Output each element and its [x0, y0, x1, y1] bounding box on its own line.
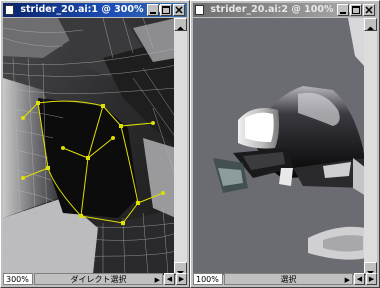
document-window-outline[interactable]: strider_20.ai:1 @ 300% (CMYK/アウトライン): [0, 0, 190, 288]
close-icon: [175, 6, 183, 14]
artboard-canvas[interactable]: [3, 18, 176, 275]
tool-status-label: 選択: [280, 275, 297, 284]
tool-status-dropdown[interactable]: 選択 ▶: [224, 273, 353, 285]
close-button[interactable]: [363, 4, 375, 16]
document-window-preview[interactable]: strider_20.ai:2 @ 100% (CMYK/プレビュー): [190, 0, 380, 288]
close-icon: [365, 6, 373, 14]
status-bar: 300% ダイレクト選択 ▶ ◀ ▶: [3, 273, 187, 285]
vertical-scrollbar[interactable]: [174, 18, 187, 275]
tool-status-label: ダイレクト選択: [70, 275, 127, 284]
window-title: strider_20.ai:1 @ 300% (CMYK/アウトライン): [20, 4, 160, 15]
vertical-scrollbar[interactable]: [364, 18, 377, 275]
dropdown-arrow: ▶: [154, 276, 160, 284]
scroll-left-arrow[interactable]: ◀: [354, 273, 365, 285]
scroll-right-arrow[interactable]: ▶: [176, 273, 187, 285]
minimize-button[interactable]: [337, 4, 349, 16]
maximize-icon: [162, 6, 170, 14]
scroll-up-button[interactable]: [174, 18, 187, 31]
scroll-right-arrow[interactable]: ▶: [366, 273, 377, 285]
document-icon: [195, 5, 204, 15]
maximize-button[interactable]: [350, 4, 362, 16]
title-bar[interactable]: strider_20.ai:1 @ 300% (CMYK/アウトライン): [3, 3, 187, 17]
preview-artwork: [193, 18, 366, 275]
maximize-button[interactable]: [160, 4, 172, 16]
minimize-icon: [150, 12, 156, 14]
scroll-up-arrow: [177, 26, 184, 30]
zoom-field[interactable]: 300%: [3, 273, 33, 285]
dropdown-arrow: ▶: [344, 276, 350, 284]
scroll-left-arrow[interactable]: ◀: [164, 273, 175, 285]
minimize-button[interactable]: [147, 4, 159, 16]
artboard-canvas[interactable]: [193, 18, 366, 275]
title-bar[interactable]: strider_20.ai:2 @ 100% (CMYK/プレビュー): [193, 3, 377, 17]
document-icon: [5, 5, 14, 15]
scroll-up-arrow: [367, 26, 374, 30]
zoom-field[interactable]: 100%: [193, 273, 223, 285]
maximize-icon: [352, 6, 360, 14]
minimize-icon: [340, 12, 346, 14]
scroll-up-button[interactable]: [364, 18, 377, 31]
window-title: strider_20.ai:2 @ 100% (CMYK/プレビュー): [210, 4, 350, 15]
outline-artwork: [3, 18, 176, 275]
status-bar: 100% 選択 ▶ ◀ ▶: [193, 273, 377, 285]
close-button[interactable]: [173, 4, 185, 16]
tool-status-dropdown[interactable]: ダイレクト選択 ▶: [34, 273, 163, 285]
